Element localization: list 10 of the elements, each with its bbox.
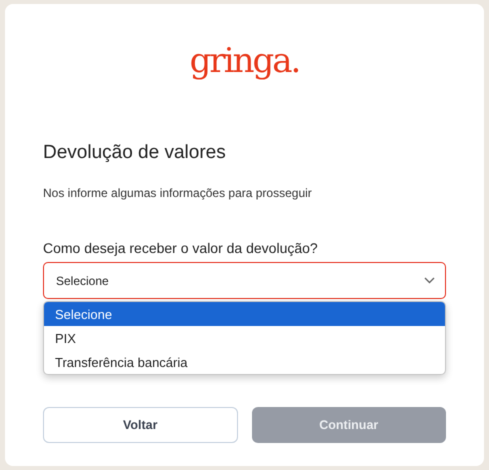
subtitle: Nos informe algumas informações para prosseguir xyxy=(43,186,313,200)
dropdown-option[interactable]: Selecione xyxy=(44,302,445,326)
logo: gringa. xyxy=(190,44,300,83)
dropdown-option[interactable]: Transferência bancária xyxy=(44,350,445,374)
dropdown-option[interactable]: PIX xyxy=(44,326,445,350)
back-button[interactable]: Voltar xyxy=(43,407,238,443)
chevron-down-icon xyxy=(424,277,435,284)
select-field[interactable]: Selecione xyxy=(43,262,446,299)
field-label: Como deseja receber o valor da devolução? xyxy=(43,240,319,256)
page-title: Devolução de valores xyxy=(43,142,227,164)
